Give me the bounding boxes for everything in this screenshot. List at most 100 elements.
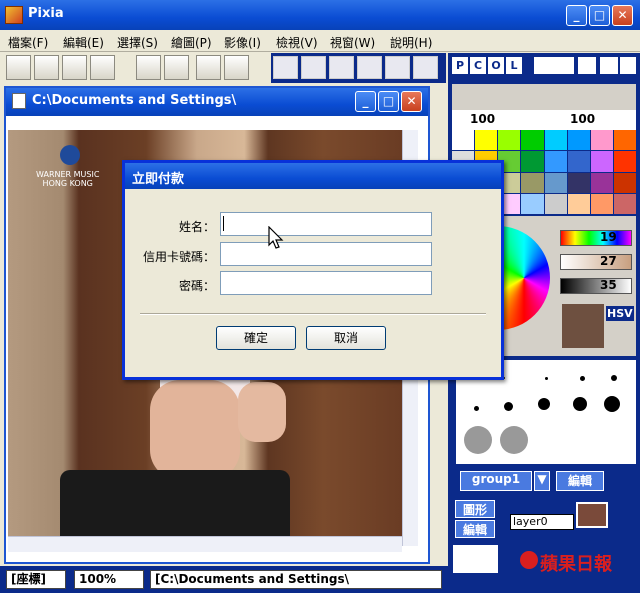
brush-preset[interactable]: [473, 405, 479, 411]
palette-swatch[interactable]: [544, 172, 567, 193]
app-title: Pixia: [28, 6, 64, 21]
group-select[interactable]: group1: [460, 471, 532, 491]
layer-thumbnail[interactable]: [576, 502, 608, 528]
mouse-pointer-icon: [268, 226, 284, 249]
dialog-title: 立即付款: [132, 172, 185, 187]
nav-arrows-icon[interactable]: [534, 57, 574, 74]
pcol-l[interactable]: L: [506, 57, 522, 74]
warner-logo-icon: [60, 145, 80, 165]
palette-swatch[interactable]: [521, 151, 544, 172]
pcol-o[interactable]: O: [488, 57, 504, 74]
document-icon: [12, 93, 26, 109]
brush-tools-row[interactable]: [452, 84, 636, 110]
menu-draw[interactable]: 繪圖(P): [171, 34, 212, 51]
photo-hand: [238, 382, 286, 442]
palette-swatch[interactable]: [613, 151, 636, 172]
open-folder-icon[interactable]: [34, 55, 59, 80]
brush-preset[interactable]: [464, 426, 492, 454]
palette-swatch[interactable]: [613, 172, 636, 193]
palette-swatch[interactable]: [567, 151, 590, 172]
palette-swatch[interactable]: [544, 193, 567, 214]
brush-preset[interactable]: [573, 397, 587, 411]
brush-preset[interactable]: [611, 375, 617, 381]
size-value-1[interactable]: 100: [470, 112, 495, 126]
brush-preset[interactable]: [538, 398, 550, 410]
palette-swatch[interactable]: [590, 151, 613, 172]
palette-swatch[interactable]: [567, 130, 590, 151]
password-field[interactable]: [220, 271, 432, 295]
menu-edit[interactable]: 編輯(E): [63, 34, 104, 51]
menu-help[interactable]: 說明(H): [390, 34, 432, 51]
palette-swatch[interactable]: [521, 172, 544, 193]
palette-swatch[interactable]: [613, 193, 636, 214]
palette-swatch[interactable]: [590, 193, 613, 214]
close-button[interactable]: ✕: [612, 5, 633, 26]
layer-edit-button[interactable]: 編輯: [455, 520, 495, 538]
paste-icon[interactable]: [224, 55, 249, 80]
brush-preset[interactable]: [503, 401, 513, 411]
panel-close-icon[interactable]: [578, 57, 596, 74]
size-value-2[interactable]: 100: [570, 112, 595, 126]
brand-watermark: 蘋果日報: [540, 554, 612, 575]
eraser-icon[interactable]: [273, 56, 298, 79]
pcol-c[interactable]: C: [470, 57, 486, 74]
name-field[interactable]: [220, 212, 432, 236]
copy-icon[interactable]: [196, 55, 221, 80]
group-dropdown-icon[interactable]: ▼: [534, 471, 550, 491]
value-slider[interactable]: [560, 278, 632, 294]
minimize-button[interactable]: _: [566, 5, 587, 26]
shape-button[interactable]: 圖形: [455, 500, 495, 518]
apple-daily-logo-icon: [520, 551, 538, 569]
palette-swatch[interactable]: [544, 151, 567, 172]
ok-button[interactable]: 確定: [216, 326, 296, 350]
palette-swatch[interactable]: [498, 130, 521, 151]
palette-swatch[interactable]: [521, 130, 544, 151]
menu-view[interactable]: 檢視(V): [276, 34, 318, 51]
cancel-x-icon[interactable]: [413, 56, 438, 79]
saturation-slider[interactable]: [560, 254, 632, 270]
hsv-label[interactable]: HSV: [606, 306, 634, 321]
palette-swatch[interactable]: [475, 130, 498, 151]
save-icon[interactable]: [62, 55, 87, 80]
palette-swatch[interactable]: [613, 130, 636, 151]
pcol-p[interactable]: P: [452, 57, 468, 74]
ellipse-icon[interactable]: [357, 56, 382, 79]
status-mode: [座標]: [6, 570, 66, 589]
palette-swatch[interactable]: [567, 172, 590, 193]
palette-swatch[interactable]: [521, 193, 544, 214]
palette-swatch[interactable]: [590, 172, 613, 193]
menu-window[interactable]: 視窗(W): [330, 34, 375, 51]
redo-icon[interactable]: [164, 55, 189, 80]
panel-tool-icon[interactable]: [620, 57, 636, 74]
menu-select[interactable]: 選擇(S): [117, 34, 158, 51]
app-titlebar[interactable]: [0, 0, 640, 30]
rectangle-icon[interactable]: [301, 56, 326, 79]
saturation-value: 27: [600, 254, 617, 268]
card-number-field[interactable]: [220, 242, 432, 266]
hue-slider[interactable]: [560, 230, 632, 246]
palette-swatch[interactable]: [544, 130, 567, 151]
polygon-icon[interactable]: [385, 56, 410, 79]
new-file-icon[interactable]: [6, 55, 31, 80]
doc-close-button[interactable]: ✕: [401, 91, 422, 112]
cancel-button[interactable]: 取消: [306, 326, 386, 350]
palette-swatch[interactable]: [590, 130, 613, 151]
layer-item[interactable]: layer0: [510, 514, 574, 530]
line-icon[interactable]: [329, 56, 354, 79]
doc-minimize-button[interactable]: _: [355, 91, 376, 112]
brush-preset[interactable]: [604, 396, 620, 412]
horizontal-scrollbar[interactable]: [8, 536, 402, 552]
menu-file[interactable]: 檔案(F): [8, 34, 48, 51]
maximize-button[interactable]: □: [589, 5, 610, 26]
palette-swatch[interactable]: [452, 130, 475, 151]
print-icon[interactable]: [90, 55, 115, 80]
brush-preset[interactable]: [500, 426, 528, 454]
doc-maximize-button[interactable]: □: [378, 91, 399, 112]
undo-icon[interactable]: [136, 55, 161, 80]
menu-image[interactable]: 影像(I): [224, 34, 261, 51]
brush-preset[interactable]: [544, 376, 548, 380]
panel-x-icon[interactable]: [600, 57, 618, 74]
group-edit-button[interactable]: 編輯: [556, 471, 604, 491]
brush-preset[interactable]: [579, 375, 585, 381]
palette-swatch[interactable]: [567, 193, 590, 214]
